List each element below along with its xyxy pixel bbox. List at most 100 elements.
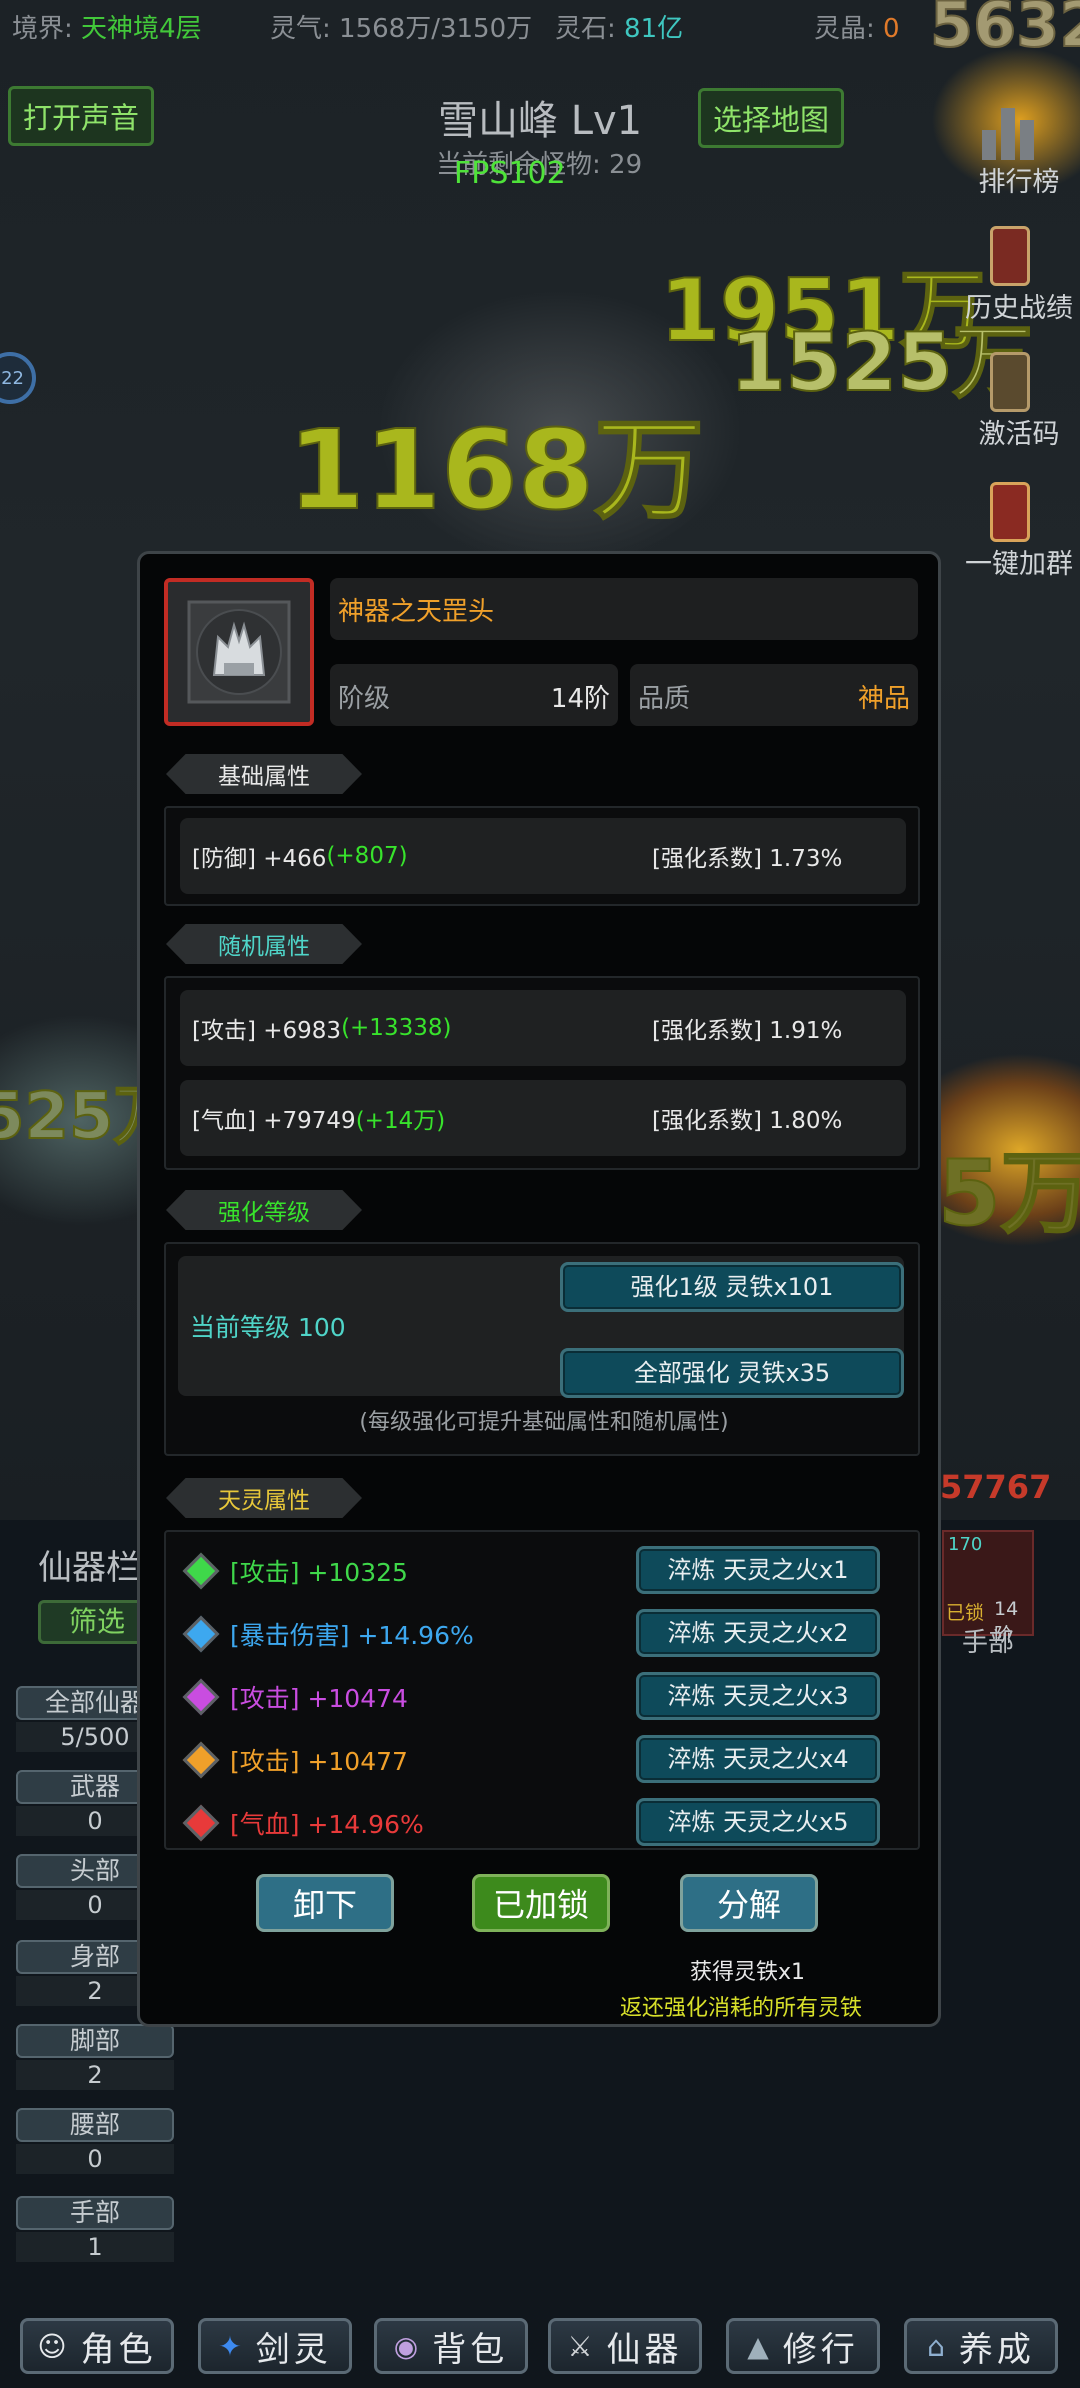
purple-gem-icon xyxy=(182,1678,220,1716)
damage-number: 1168万 xyxy=(287,405,705,535)
side-menu-join-group[interactable]: 一键加群 xyxy=(944,482,1080,581)
attribute-bonus: (+14万) xyxy=(355,1108,446,1134)
quality-label: 品质 xyxy=(638,684,691,714)
map-button[interactable]: 选择地图 xyxy=(698,88,845,148)
category-hands[interactable]: 手部 xyxy=(16,2196,174,2230)
realm-status: 境界: 天神境4层 xyxy=(12,8,202,45)
helmet-icon xyxy=(187,600,291,704)
reward-text: 获得灵铁x1 xyxy=(690,1960,806,1985)
temper-button[interactable]: 淬炼 天灵之火x5 xyxy=(636,1798,880,1846)
nav-label: 角色 xyxy=(80,2329,157,2370)
right-item-number: 170 xyxy=(948,1534,983,1555)
temper-button[interactable]: 淬炼 天灵之火x3 xyxy=(636,1672,880,1720)
mountain-icon: ▲ xyxy=(747,2329,773,2363)
enhance-level-header: 强化等级 xyxy=(166,1190,362,1230)
decompose-button[interactable]: 分解 xyxy=(680,1874,818,1932)
blue-gem-icon xyxy=(182,1615,220,1653)
side-menu-label: 激活码 xyxy=(978,419,1060,450)
attribute-bonus: (+13338) xyxy=(341,1015,452,1041)
right-item-slot-label: 手部 xyxy=(962,1628,1015,1658)
nav-sword-spirit[interactable]: ✦ 剑灵 xyxy=(198,2318,352,2374)
random-attributes-header: 随机属性 xyxy=(166,924,362,964)
crystal-label: 灵晶: xyxy=(814,14,875,44)
quality-value: 神品 xyxy=(857,684,910,714)
nav-artifact[interactable]: ⚔ 仙器 xyxy=(548,2318,702,2374)
artifact-icon: ⚔ xyxy=(567,2329,597,2363)
enhance-one-button[interactable]: 强化1级 灵铁x101 xyxy=(560,1262,904,1312)
orange-gem-icon xyxy=(182,1741,220,1779)
spirit-attribute-text: [攻击] +10325 xyxy=(230,1558,408,1587)
sound-button[interactable]: 打开声音 xyxy=(8,86,155,146)
nav-bag[interactable]: ◉ 背包 xyxy=(374,2318,528,2374)
bag-icon: ◉ xyxy=(393,2329,423,2363)
item-icon-frame xyxy=(164,578,314,726)
random-attributes-box: [攻击] +6983 (+13338) [强化系数] 1.91% [气血] +79… xyxy=(164,976,920,1170)
spirit-attributes-box: [攻击] +10325 淬炼 天灵之火x1 [暴击伤害] +14.96% 淬炼 … xyxy=(164,1530,920,1850)
enhance-all-button[interactable]: 全部强化 灵铁x35 xyxy=(560,1348,904,1398)
spirit-attribute-row: [攻击] +10325 淬炼 天灵之火x1 xyxy=(182,1546,908,1596)
crystal-value: 0 xyxy=(883,14,900,44)
red-gem-icon xyxy=(182,1804,220,1842)
sword-spirit-icon: ✦ xyxy=(218,2329,246,2363)
qi-status: 灵气: 1568万/3150万 xyxy=(270,8,532,45)
stone-label: 灵石: xyxy=(555,14,616,44)
attribute-row: [气血] +79749 (+14万) [强化系数] 1.80% xyxy=(180,1080,906,1156)
side-menu-activation[interactable]: 激活码 xyxy=(944,352,1080,451)
temper-button[interactable]: 淬炼 天灵之火x1 xyxy=(636,1546,880,1594)
side-menu-leaderboard[interactable]: 排行榜 xyxy=(944,100,1080,199)
spirit-attribute-text: [攻击] +10474 xyxy=(230,1684,408,1713)
green-gem-icon xyxy=(182,1552,220,1590)
nav-cultivation[interactable]: ▲ 修行 xyxy=(726,2318,880,2374)
enhance-box: 当前等级 100 强化1级 灵铁x101 全部强化 灵铁x35 (每级强化可提升… xyxy=(164,1242,920,1456)
temper-button[interactable]: 淬炼 天灵之火x2 xyxy=(636,1609,880,1657)
attribute-name: [攻击] +6983 xyxy=(192,1018,342,1044)
current-level: 当前等级 100 xyxy=(190,1313,346,1342)
category-hands-count: 1 xyxy=(16,2232,174,2262)
tier-value: 14阶 xyxy=(550,684,610,714)
scroll-icon xyxy=(990,226,1030,286)
temper-button[interactable]: 淬炼 天灵之火x4 xyxy=(636,1735,880,1783)
crystal-status: 灵晶: 0 xyxy=(814,8,900,45)
side-menu-label: 排行榜 xyxy=(978,167,1060,198)
attribute-value: [攻击] +6983 (+13338) xyxy=(192,990,451,1066)
section-title: 强化等级 xyxy=(218,1200,310,1226)
attribute-value: [气血] +79749 (+14万) xyxy=(192,1080,445,1156)
right-item-slot[interactable]: 170 已锁 14阶 xyxy=(942,1530,1034,1646)
spirit-attribute-text: [气血] +14.96% xyxy=(230,1810,424,1839)
section-title: 天灵属性 xyxy=(218,1488,310,1514)
refund-text: 返还强化消耗的所有灵铁 xyxy=(620,1996,863,2021)
attribute-name: [气血] +79749 xyxy=(192,1108,356,1134)
nav-nurture[interactable]: ⌂ 养成 xyxy=(904,2318,1058,2374)
category-feet[interactable]: 脚部 xyxy=(16,2024,174,2058)
nav-label: 剑灵 xyxy=(255,2329,332,2370)
attribute-name: [防御] +466 xyxy=(192,846,327,872)
book-icon xyxy=(990,352,1030,412)
enhance-note: (每级强化可提升基础属性和随机属性) xyxy=(359,1410,729,1435)
category-feet-count: 2 xyxy=(16,2060,174,2090)
category-waist[interactable]: 腰部 xyxy=(16,2108,174,2142)
section-title: 基础属性 xyxy=(218,764,310,790)
nav-character[interactable]: ☺ 角色 xyxy=(20,2318,174,2374)
damage-number: 5万 xyxy=(937,1140,1080,1247)
side-menu-history[interactable]: 历史战绩 xyxy=(944,226,1080,325)
spirit-attributes-header: 天灵属性 xyxy=(166,1478,362,1518)
stone-status: 灵石: 81亿 xyxy=(555,8,683,45)
enhance-coefficient: [强化系数] 1.80% xyxy=(652,1108,843,1134)
scroll-icon xyxy=(990,482,1030,542)
artifact-panel-title: 仙器栏 xyxy=(38,1548,140,1588)
bottom-navigation: ☺ 角色 ✦ 剑灵 ◉ 背包 ⚔ 仙器 ▲ 修行 ⌂ 养成 xyxy=(0,2318,1080,2388)
item-name-field: 神器之天罡头 xyxy=(330,578,918,640)
unequip-button[interactable]: 卸下 xyxy=(256,1874,394,1932)
attribute-row: [攻击] +6983 (+13338) [强化系数] 1.91% xyxy=(180,990,906,1066)
character-icon: ☺ xyxy=(37,2329,71,2363)
enhance-row: 当前等级 100 强化1级 灵铁x101 全部强化 灵铁x35 xyxy=(178,1256,904,1398)
lock-button[interactable]: 已加锁 xyxy=(472,1874,610,1932)
nav-label: 修行 xyxy=(782,2329,859,2370)
attribute-value: [防御] +466 (+807) xyxy=(192,818,408,894)
spirit-attribute-row: [气血] +14.96% 淬炼 天灵之火x5 xyxy=(182,1798,908,1848)
qi-label: 灵气: xyxy=(270,14,331,44)
artifact-detail-dialog: 神器之天罡头 阶级 14阶 品质 神品 基础属性 [防御] +466 (+807)… xyxy=(137,551,941,2027)
attribute-bonus: (+807) xyxy=(326,843,408,869)
item-name: 神器之天罡头 xyxy=(338,596,495,627)
attribute-row: [防御] +466 (+807) [强化系数] 1.73% xyxy=(180,818,906,894)
